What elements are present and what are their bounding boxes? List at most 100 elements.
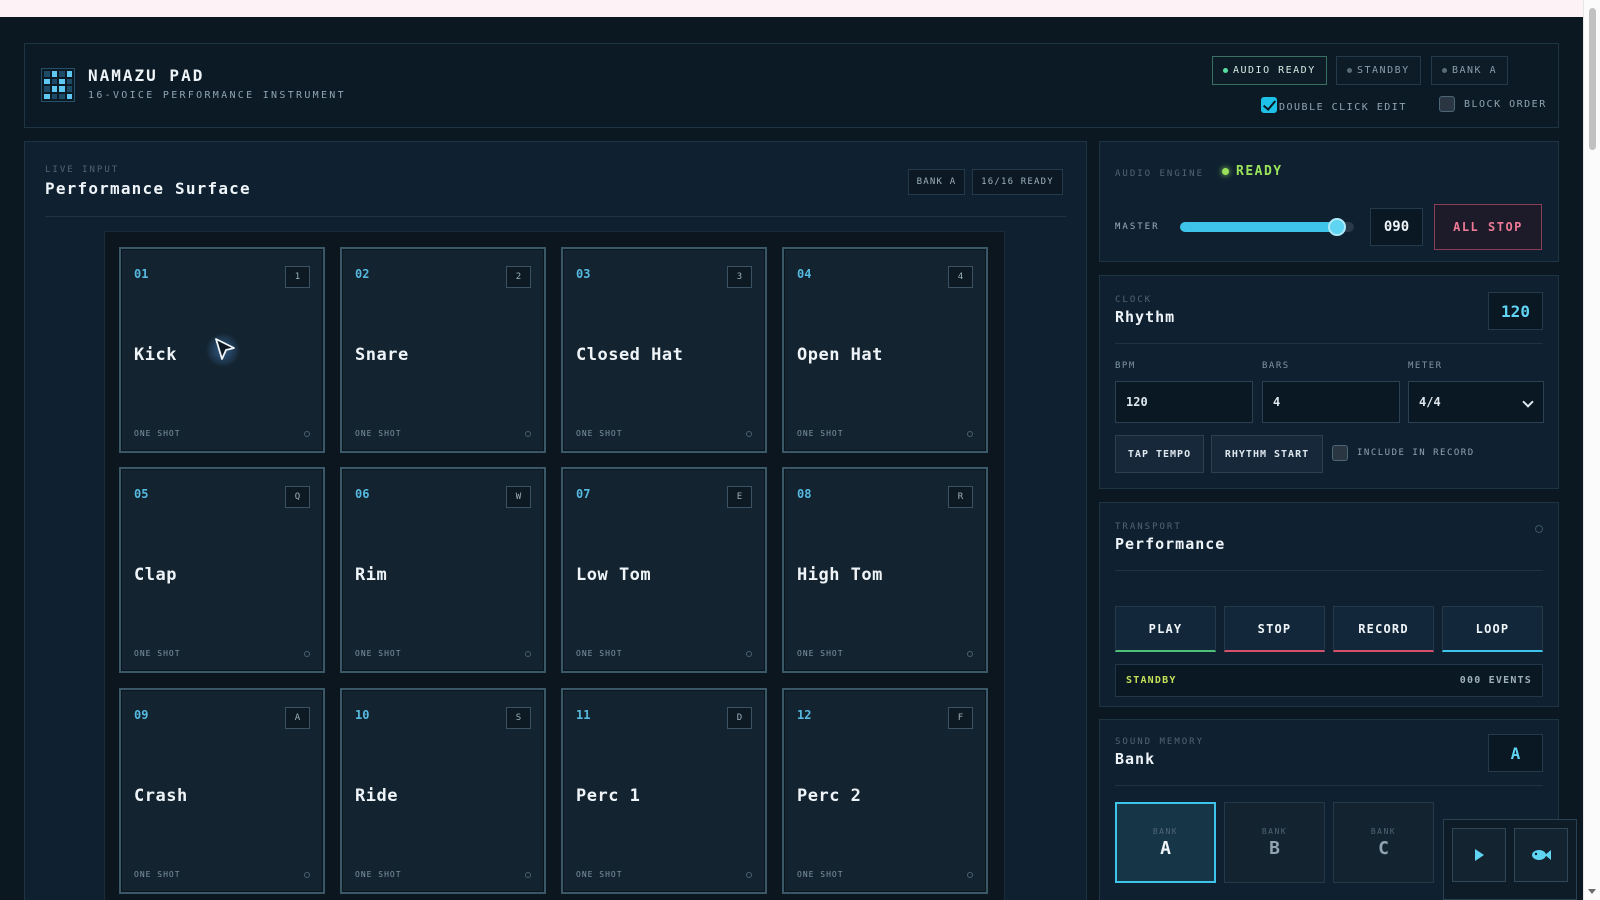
pad-number: 12 (797, 708, 812, 722)
transport-status-bar: STANDBY 000 EVENTS (1115, 664, 1543, 697)
bank-value: C (1378, 837, 1389, 859)
divider (1115, 785, 1543, 786)
double-click-edit-option[interactable]: DOUBLE CLICK EDIT (1261, 96, 1407, 113)
pad-09[interactable]: 09 A Crash ONE SHOT (119, 688, 325, 894)
bars-input[interactable]: 4 (1262, 381, 1400, 423)
rhythm-start-button[interactable]: RHYTHM START (1211, 435, 1323, 473)
pad-number: 02 (355, 267, 370, 281)
meter-select[interactable]: 4/4 (1408, 381, 1544, 423)
pad-number: 05 (134, 487, 149, 501)
pad-led-icon (967, 431, 973, 437)
mouse-pointer-icon (206, 333, 240, 367)
engine-status: READY (1222, 164, 1283, 179)
divider (45, 216, 1066, 217)
bpm-display: 120 (1488, 292, 1543, 330)
pad-mode: ONE SHOT (355, 649, 402, 658)
badge-label: STANDBY (1357, 65, 1410, 76)
master-value: 090 (1370, 208, 1423, 246)
include-in-record-checkbox[interactable] (1332, 445, 1348, 461)
pad-number: 10 (355, 708, 370, 722)
pad-number: 09 (134, 708, 149, 722)
pad-02[interactable]: 02 2 Snare ONE SHOT (340, 247, 546, 453)
engine-eyebrow: AUDIO ENGINE (1115, 169, 1205, 179)
pad-key-hint: Q (285, 486, 310, 508)
master-volume-slider[interactable] (1180, 218, 1354, 236)
memory-title: Bank (1115, 750, 1156, 768)
pad-name: Perc 1 (576, 786, 641, 806)
pad-led-icon (304, 431, 310, 437)
all-stop-button[interactable]: ALL STOP (1434, 204, 1542, 250)
record-button[interactable]: RECORD (1333, 606, 1434, 652)
bars-label: BARS (1262, 361, 1290, 371)
option-label: DOUBLE CLICK EDIT (1279, 102, 1407, 113)
bank-badge[interactable]: BANK A (1431, 56, 1509, 85)
option-label: BLOCK ORDER (1464, 98, 1547, 110)
pad-grid: 01 1 Kick ONE SHOT 02 2 Snare ONE SHOT 0… (104, 231, 1005, 900)
badge-label: AUDIO READY (1233, 65, 1316, 76)
status-dot-icon (1223, 68, 1228, 73)
pad-key-hint: 4 (948, 266, 973, 288)
app-title: NAMAZU PAD (88, 66, 205, 85)
scrollbar-thumb[interactable] (1589, 8, 1596, 150)
audio-ready-badge[interactable]: AUDIO READY (1212, 56, 1327, 85)
ready-chip: 16/16 READY (972, 169, 1063, 195)
pad-key-hint: F (948, 707, 973, 729)
pad-name: High Tom (797, 565, 883, 585)
tap-tempo-button[interactable]: TAP TEMPO (1115, 435, 1204, 473)
app-header: NAMAZU PAD 16-VOICE PERFORMANCE INSTRUME… (24, 43, 1559, 128)
pad-name: Clap (134, 565, 177, 585)
bank-label: BANK (1370, 826, 1397, 836)
pad-10[interactable]: 10 S Ride ONE SHOT (340, 688, 546, 894)
floating-toolbar (1443, 819, 1577, 900)
bank-c-button[interactable]: BANK C (1333, 802, 1434, 883)
ready-dot-icon (1222, 168, 1229, 175)
pad-04[interactable]: 04 4 Open Hat ONE SHOT (782, 247, 988, 453)
pad-05[interactable]: 05 Q Clap ONE SHOT (119, 467, 325, 673)
fish-icon[interactable] (1514, 828, 1568, 882)
bank-chip: BANK A (908, 169, 965, 195)
pad-06[interactable]: 06 W Rim ONE SHOT (340, 467, 546, 673)
pad-08[interactable]: 08 R High Tom ONE SHOT (782, 467, 988, 673)
pad-led-icon (746, 872, 752, 878)
badge-label: BANK A (1452, 65, 1498, 76)
pad-11[interactable]: 11 D Perc 1 ONE SHOT (561, 688, 767, 894)
status-dot-icon (1442, 68, 1447, 73)
pad-mode: ONE SHOT (576, 429, 623, 438)
include-in-record-option[interactable]: INCLUDE IN RECORD (1332, 445, 1475, 461)
master-slider-knob[interactable] (1327, 218, 1346, 236)
pad-number: 03 (576, 267, 591, 281)
pad-led-icon (525, 872, 531, 878)
play-icon[interactable] (1452, 828, 1506, 882)
meter-label: METER (1408, 361, 1443, 371)
pad-number: 06 (355, 487, 370, 501)
option-label: INCLUDE IN RECORD (1357, 448, 1475, 458)
block-order-option[interactable]: BLOCK ORDER (1439, 96, 1547, 112)
block-order-checkbox[interactable] (1439, 96, 1455, 112)
pad-03[interactable]: 03 3 Closed Hat ONE SHOT (561, 247, 767, 453)
master-slider-fill (1180, 222, 1337, 232)
page-scrollbar[interactable] (1583, 0, 1600, 900)
pad-key-hint: 2 (506, 266, 531, 288)
scroll-down-arrow-icon[interactable] (1588, 889, 1596, 894)
browser-top-strip (0, 0, 1583, 17)
pad-led-icon (525, 651, 531, 657)
pad-07[interactable]: 07 E Low Tom ONE SHOT (561, 467, 767, 673)
pad-key-hint: E (727, 486, 752, 508)
pad-mode: ONE SHOT (134, 429, 181, 438)
bank-b-button[interactable]: BANK B (1224, 802, 1325, 883)
pad-key-hint: S (506, 707, 531, 729)
bpm-input[interactable]: 120 (1115, 381, 1253, 423)
pad-led-icon (746, 431, 752, 437)
pad-led-icon (304, 872, 310, 878)
bank-a-button[interactable]: BANK A (1115, 802, 1216, 883)
stop-button[interactable]: STOP (1224, 606, 1325, 652)
status-dot-icon (1347, 68, 1352, 73)
pad-mode: ONE SHOT (797, 649, 844, 658)
memory-eyebrow: SOUND MEMORY (1115, 737, 1205, 747)
double-click-edit-checkbox[interactable] (1261, 96, 1277, 113)
loop-button[interactable]: LOOP (1442, 606, 1543, 652)
standby-badge[interactable]: STANDBY (1336, 56, 1421, 85)
play-button[interactable]: PLAY (1115, 606, 1216, 652)
pad-name: Ride (355, 786, 398, 806)
pad-12[interactable]: 12 F Perc 2 ONE SHOT (782, 688, 988, 894)
